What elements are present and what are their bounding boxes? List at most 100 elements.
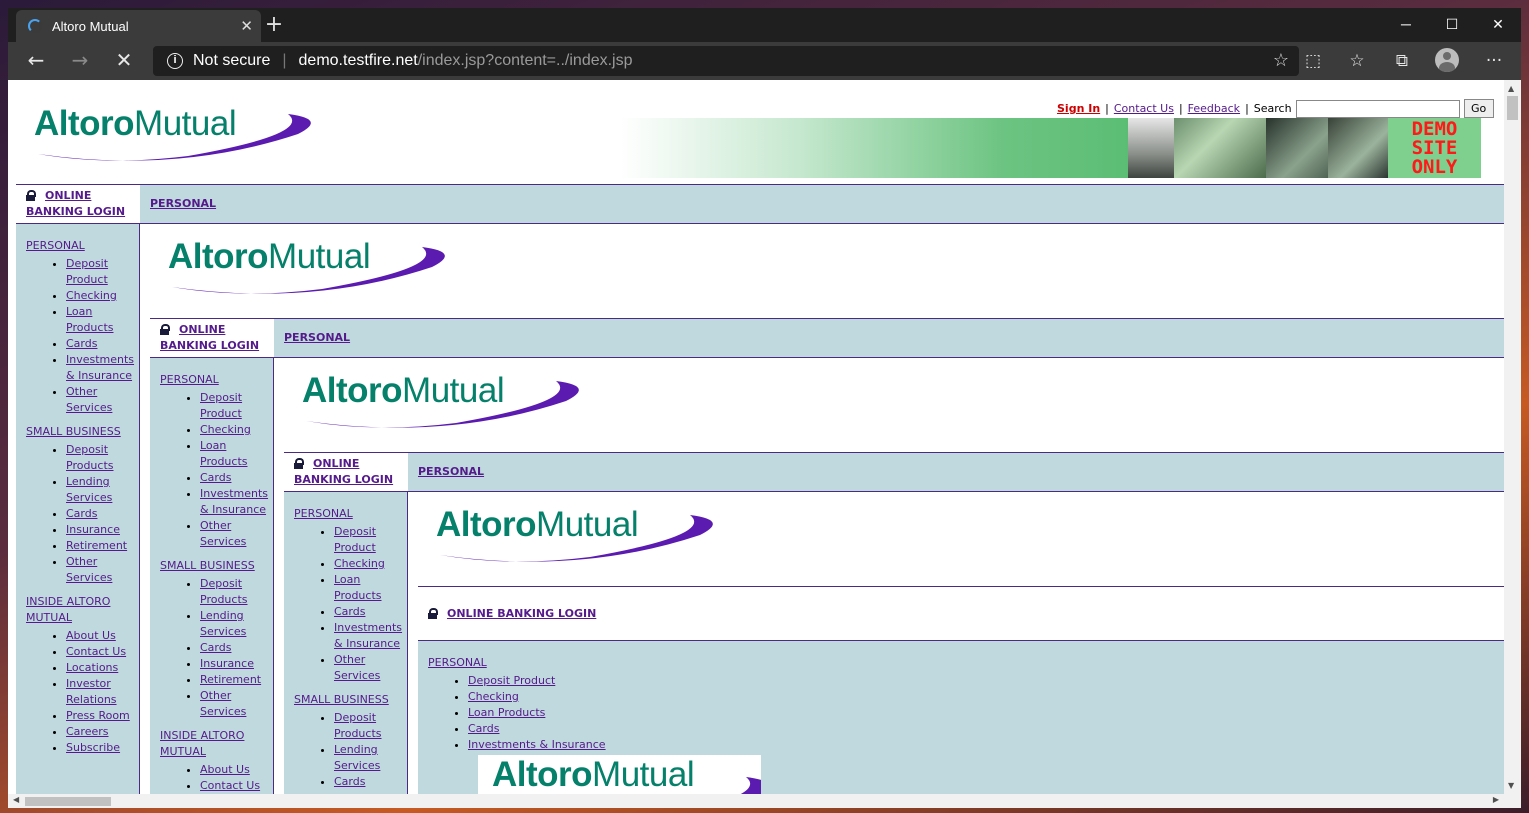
- profile-avatar-icon[interactable]: [1435, 48, 1459, 72]
- list-item[interactable]: Cards: [334, 604, 407, 620]
- nested-logo[interactable]: AltoroMutual: [486, 757, 761, 795]
- list-item[interactable]: Investments& Insurance: [66, 352, 139, 384]
- close-window-button[interactable]: ✕: [1475, 8, 1521, 42]
- list-item[interactable]: OtherServices: [200, 518, 273, 550]
- tab-personal[interactable]: PERSONAL: [418, 465, 484, 478]
- list-item[interactable]: OtherServices: [200, 688, 273, 720]
- more-menu-icon[interactable]: ···: [1482, 50, 1506, 72]
- new-tab-button[interactable]: +: [262, 12, 286, 37]
- vertical-scrollbar[interactable]: ▲ ▼: [1504, 80, 1521, 794]
- sidebar-section-personal[interactable]: PERSONAL: [294, 506, 407, 522]
- list-item[interactable]: Cards: [200, 470, 273, 486]
- list-item[interactable]: Retirement: [200, 672, 273, 688]
- list-item[interactable]: About Us: [200, 762, 273, 778]
- stop-loading-icon[interactable]: ✕: [110, 49, 138, 73]
- online-banking-login-link[interactable]: ONLINE: [45, 189, 91, 202]
- list-item[interactable]: Retirement: [66, 538, 139, 554]
- contact-us-link[interactable]: Contact Us: [1114, 102, 1174, 115]
- list-item[interactable]: DepositProduct: [200, 390, 273, 422]
- list-item[interactable]: OtherServices: [334, 652, 407, 684]
- list-item[interactable]: LoanProducts: [334, 572, 407, 604]
- list-item[interactable]: About Us: [66, 628, 139, 644]
- sign-in-link[interactable]: Sign In: [1057, 102, 1100, 115]
- scroll-right-icon[interactable]: ▶: [1493, 795, 1499, 804]
- online-banking-login-link[interactable]: ONLINE BANKING LOGIN: [447, 607, 596, 620]
- list-item[interactable]: Locations: [66, 660, 139, 676]
- list-item[interactable]: DepositProducts: [66, 442, 139, 474]
- section-personal[interactable]: PERSONAL: [428, 656, 487, 669]
- go-button[interactable]: Go: [1463, 99, 1494, 118]
- minimize-button[interactable]: ─: [1383, 8, 1429, 42]
- list-item[interactable]: Investments& Insurance: [334, 620, 407, 652]
- online-banking-login-link-line2[interactable]: BANKING LOGIN: [26, 205, 125, 218]
- sidebar-section-small-business[interactable]: SMALL BUSINESS: [294, 692, 407, 708]
- online-banking-login-link[interactable]: ONLINE: [179, 323, 225, 336]
- list-item[interactable]: Investments& Insurance: [200, 486, 273, 518]
- list-item[interactable]: Checking: [334, 556, 407, 572]
- sidebar-section-personal[interactable]: PERSONAL: [26, 238, 139, 254]
- favorite-star-icon[interactable]: ☆: [1273, 50, 1289, 71]
- list-item[interactable]: Insurance: [200, 656, 273, 672]
- feedback-link[interactable]: Feedback: [1188, 102, 1240, 115]
- search-input[interactable]: [1295, 99, 1460, 118]
- info-icon[interactable]: i: [167, 53, 183, 69]
- scroll-up-icon[interactable]: ▲: [1508, 84, 1514, 93]
- horizontal-scroll-thumb[interactable]: [25, 797, 111, 806]
- sidebar-section-small-business[interactable]: SMALL BUSINESS: [160, 558, 273, 574]
- list-item[interactable]: Press Room: [66, 708, 139, 724]
- tab-personal[interactable]: PERSONAL: [284, 331, 350, 344]
- list-item[interactable]: Insurance: [66, 522, 139, 538]
- screen-capture-icon[interactable]: ⬚: [1301, 50, 1325, 72]
- address-bar[interactable]: i Not secure | demo.testfire.net /index.…: [153, 46, 1299, 76]
- online-banking-login-link[interactable]: ONLINE: [313, 457, 359, 470]
- scroll-left-icon[interactable]: ◀: [13, 795, 19, 804]
- list-item[interactable]: Checking: [66, 288, 139, 304]
- sidebar-section-inside[interactable]: INSIDE ALTORO MUTUAL: [26, 594, 139, 626]
- list-item[interactable]: InvestorRelations: [66, 676, 139, 708]
- horizontal-scrollbar[interactable]: ◀ ▶: [8, 794, 1521, 808]
- nested-logo[interactable]: AltoroMutual: [296, 371, 586, 441]
- list-item[interactable]: Loan Products: [468, 705, 1504, 721]
- list-item[interactable]: Investments & Insurance: [468, 737, 1504, 753]
- list-item[interactable]: LoanProducts: [200, 438, 273, 470]
- nested-logo[interactable]: AltoroMutual: [430, 505, 720, 575]
- sidebar-section-inside[interactable]: INSIDE ALTORO MUTUAL: [160, 728, 273, 760]
- forward-arrow-icon[interactable]: →: [66, 49, 94, 73]
- list-item[interactable]: LoanProducts: [66, 304, 139, 336]
- list-item[interactable]: LendingServices: [200, 608, 273, 640]
- site-logo[interactable]: AltoroMutual: [28, 104, 318, 174]
- list-item[interactable]: Deposit Product: [468, 673, 1504, 689]
- list-item[interactable]: LendingServices: [334, 742, 407, 774]
- list-item[interactable]: Cards: [468, 721, 1504, 737]
- favorites-icon[interactable]: ☆: [1345, 50, 1369, 72]
- list-item[interactable]: Cards: [66, 506, 139, 522]
- list-item[interactable]: Contact Us: [200, 778, 273, 794]
- online-banking-login-link-line2[interactable]: BANKING LOGIN: [294, 473, 393, 486]
- list-item[interactable]: Contact Us: [66, 644, 139, 660]
- list-item[interactable]: Careers: [66, 724, 139, 740]
- list-item[interactable]: OtherServices: [66, 554, 139, 586]
- list-item[interactable]: Subscribe: [66, 740, 139, 756]
- back-arrow-icon[interactable]: ←: [22, 49, 50, 73]
- list-item[interactable]: Checking: [468, 689, 1504, 705]
- list-item[interactable]: DepositProducts: [334, 710, 407, 742]
- scroll-down-icon[interactable]: ▼: [1508, 781, 1514, 790]
- list-item[interactable]: Cards: [66, 336, 139, 352]
- list-item[interactable]: DepositProduct: [334, 524, 407, 556]
- browser-tab[interactable]: Altoro Mutual ✕: [16, 10, 261, 42]
- online-banking-login-link-line2[interactable]: BANKING LOGIN: [160, 339, 259, 352]
- list-item[interactable]: DepositProduct: [66, 256, 139, 288]
- tab-close-icon[interactable]: ✕: [240, 17, 253, 35]
- tab-personal[interactable]: PERSONAL: [150, 197, 216, 210]
- list-item[interactable]: Cards: [200, 640, 273, 656]
- collections-icon[interactable]: ⧉: [1390, 50, 1414, 72]
- list-item[interactable]: OtherServices: [66, 384, 139, 416]
- list-item[interactable]: Checking: [200, 422, 273, 438]
- maximize-button[interactable]: ☐: [1429, 8, 1475, 42]
- list-item[interactable]: Cards: [334, 774, 407, 790]
- list-item[interactable]: DepositProducts: [200, 576, 273, 608]
- sidebar-section-small-business[interactable]: SMALL BUSINESS: [26, 424, 139, 440]
- nested-logo[interactable]: AltoroMutual: [162, 237, 452, 307]
- list-item[interactable]: LendingServices: [66, 474, 139, 506]
- vertical-scroll-thumb[interactable]: [1507, 96, 1518, 120]
